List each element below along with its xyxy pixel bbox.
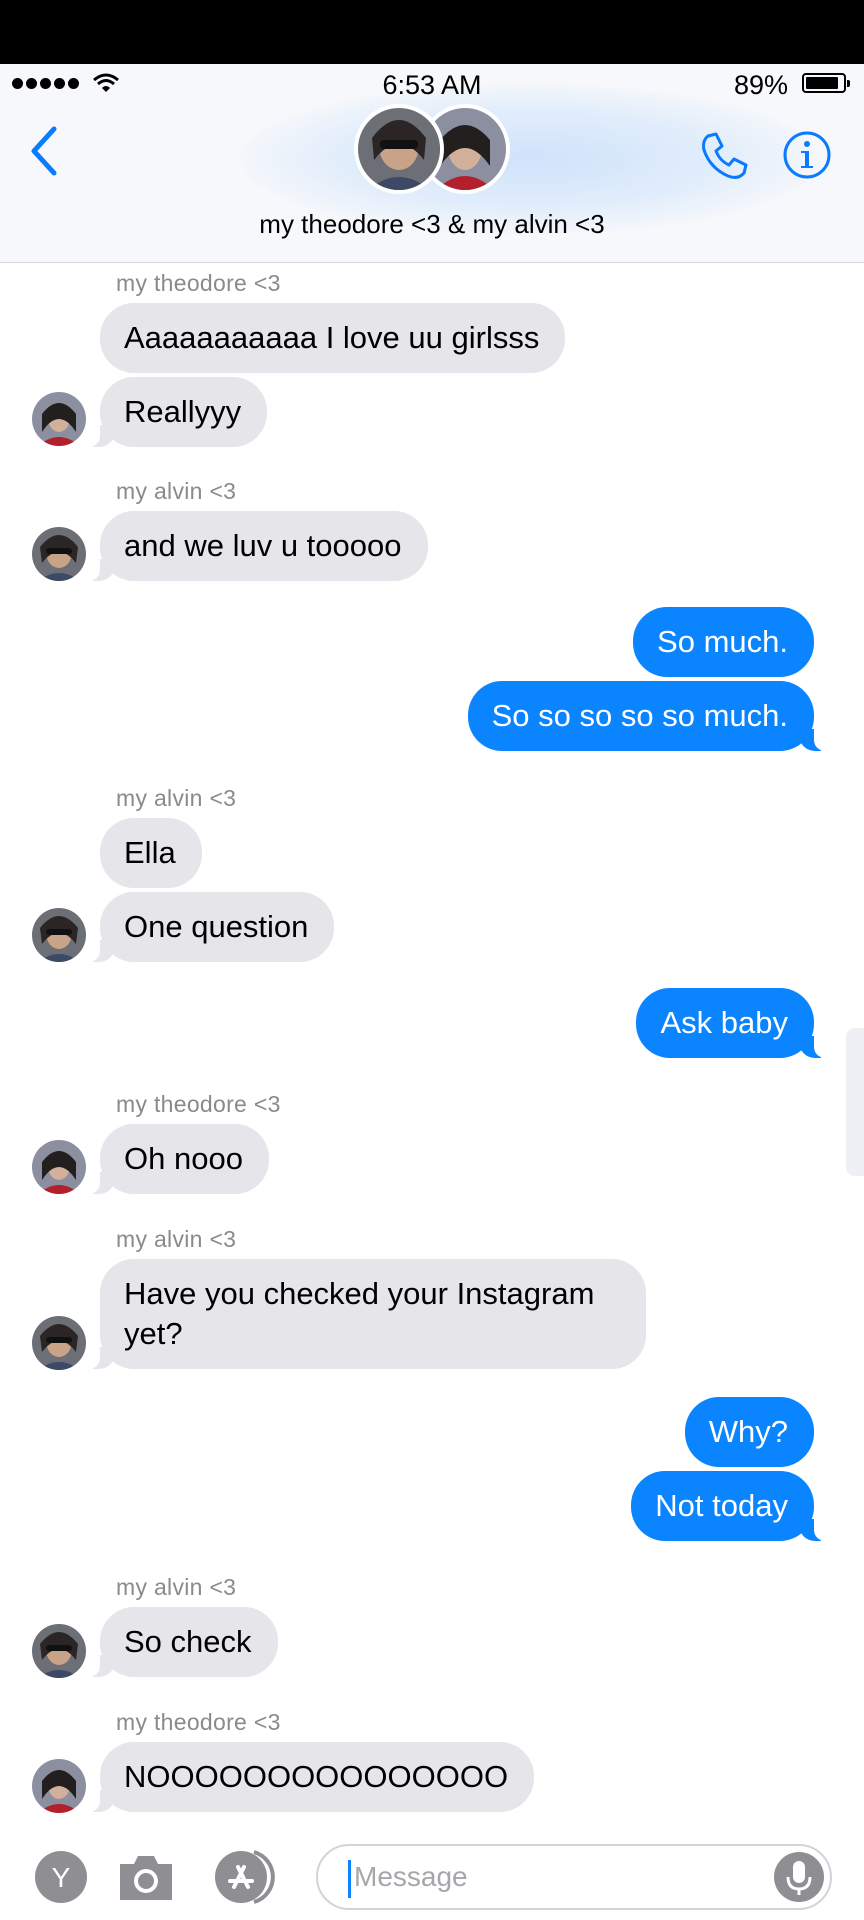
message-bubble-in[interactable]: Oh nooo xyxy=(80,1124,269,1194)
avatar-theodore xyxy=(32,1624,86,1678)
avatar-theodore xyxy=(32,908,86,962)
conversation-header: 6:53 AM 89% my theodore <3 & my alvin <3 xyxy=(0,64,864,263)
avatar-alvin xyxy=(32,1759,86,1813)
message-bubble-out[interactable]: Why? xyxy=(684,1397,814,1467)
message-placeholder: Message xyxy=(354,1861,468,1892)
app-y-label: Y xyxy=(52,1862,71,1893)
app-store-icon[interactable] xyxy=(214,1850,284,1904)
composer-bar: Y Message xyxy=(0,1820,864,1920)
message-bubble-in[interactable]: Reallyyy xyxy=(79,377,268,447)
message-bubble-out[interactable]: So much. xyxy=(633,607,814,677)
device-top-bar xyxy=(0,0,864,64)
message-bubble-in[interactable]: and we luv u tooooo xyxy=(80,511,428,581)
info-icon[interactable] xyxy=(782,130,832,180)
message-bubble-in[interactable]: Ella xyxy=(100,818,202,888)
phone-icon[interactable] xyxy=(698,130,750,182)
sender-label: my theodore <3 xyxy=(116,1709,281,1735)
sender-label: my theodore <3 xyxy=(116,270,281,296)
sender-label: my alvin <3 xyxy=(116,785,237,811)
avatar-alvin xyxy=(32,392,86,446)
message-bubble-out[interactable]: Ask baby xyxy=(636,988,834,1058)
chevron-left-icon[interactable] xyxy=(26,124,60,178)
avatar-theodore xyxy=(32,527,86,581)
camera-icon[interactable] xyxy=(116,1850,176,1904)
message-bubble-in[interactable]: Aaaaaaaaaaa I love uu girlsss xyxy=(100,303,566,373)
sender-label: my alvin <3 xyxy=(116,1574,237,1600)
thread-name[interactable]: my theodore <3 & my alvin <3 xyxy=(0,209,864,240)
avatar-theodore xyxy=(32,1316,86,1370)
app-y-icon[interactable]: Y xyxy=(34,1850,88,1904)
microphone-icon[interactable] xyxy=(774,1852,824,1902)
message-bubble-in[interactable]: So check xyxy=(80,1607,278,1677)
sender-label: my alvin <3 xyxy=(116,1226,237,1252)
group-avatars[interactable] xyxy=(354,104,514,194)
message-bubble-in[interactable]: NOOOOOOOOOOOOOOO xyxy=(79,1742,535,1812)
status-bar: 6:53 AM 89% xyxy=(0,64,864,104)
sender-label: my alvin <3 xyxy=(116,478,237,504)
message-bubble-out[interactable]: Not today xyxy=(631,1471,834,1541)
message-bubble-out[interactable]: So so so so so much. xyxy=(467,681,835,751)
scroll-indicator[interactable] xyxy=(846,1028,864,1176)
sender-label: my theodore <3 xyxy=(116,1091,281,1117)
text-cursor xyxy=(348,1860,351,1898)
avatar-alvin xyxy=(32,1140,86,1194)
message-bubble-in[interactable]: One question xyxy=(79,892,335,962)
avatar-theodore xyxy=(354,104,444,194)
message-input[interactable]: Message xyxy=(316,1844,832,1910)
battery-percent: 89% xyxy=(733,70,788,100)
battery-icon xyxy=(802,73,850,93)
message-bubble-in[interactable]: Have you checked your Instagram yet? xyxy=(80,1259,646,1369)
